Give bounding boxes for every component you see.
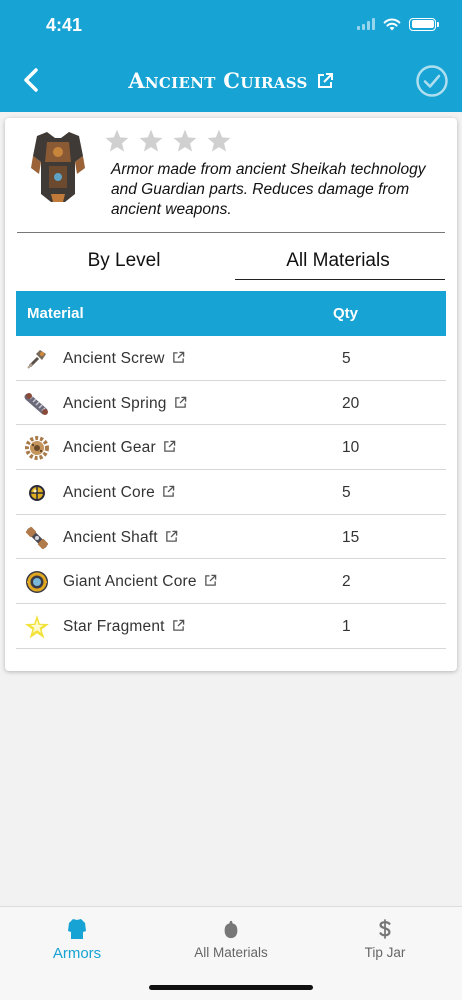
external-link-icon[interactable] bbox=[174, 396, 187, 409]
wifi-icon bbox=[383, 18, 401, 31]
page-title: Ancient Cuirass bbox=[128, 68, 308, 93]
tab-all-materials[interactable]: All Materials bbox=[231, 244, 445, 280]
materials-table: Ancient Screw 5 Ancient Spring 20 Ancien… bbox=[16, 336, 446, 649]
external-link-icon[interactable] bbox=[172, 619, 185, 632]
material-name: Ancient Spring bbox=[63, 395, 187, 413]
external-link-icon[interactable] bbox=[316, 72, 334, 90]
ancient-core-icon bbox=[29, 485, 45, 502]
material-qty: 5 bbox=[342, 484, 351, 502]
ancient-spring-icon bbox=[24, 392, 48, 415]
table-row[interactable]: Ancient Core 5 bbox=[16, 470, 446, 515]
ancient-shaft-icon bbox=[25, 526, 49, 549]
star-icon[interactable] bbox=[172, 128, 198, 154]
material-name: Ancient Screw bbox=[63, 350, 185, 368]
giant-ancient-core-icon bbox=[26, 571, 48, 594]
rating-stars bbox=[104, 128, 232, 154]
material-name: Giant Ancient Core bbox=[63, 573, 217, 591]
material-qty: 20 bbox=[342, 394, 360, 412]
app-header: 4:41 Ancient Cuirass bbox=[0, 0, 462, 112]
external-link-icon[interactable] bbox=[204, 574, 217, 587]
material-qty: 10 bbox=[342, 439, 360, 457]
segmented-tabs: By Level All Materials bbox=[17, 244, 445, 280]
armor-description: Armor made from ancient Sheikah technolo… bbox=[111, 161, 426, 218]
star-fragment-icon bbox=[25, 615, 49, 639]
table-row[interactable]: Ancient Screw 5 bbox=[16, 336, 446, 381]
material-name: Ancient Core bbox=[63, 484, 175, 502]
title-group: Ancient Cuirass bbox=[0, 68, 462, 93]
status-time: 4:41 bbox=[46, 15, 83, 35]
material-qty: 5 bbox=[342, 350, 351, 367]
ancient-gear-icon bbox=[25, 436, 49, 461]
star-icon[interactable] bbox=[104, 128, 130, 154]
table-row[interactable]: Ancient Shaft 15 bbox=[16, 515, 446, 560]
tab-tip-jar[interactable]: Tip Jar bbox=[308, 917, 462, 960]
tab-by-level[interactable]: By Level bbox=[17, 244, 231, 280]
armor-icon bbox=[68, 919, 86, 939]
ancient-cuirass-icon bbox=[31, 132, 85, 202]
star-icon[interactable] bbox=[206, 128, 232, 154]
material-qty: 15 bbox=[342, 528, 360, 546]
tab-all-materials-nav[interactable]: All Materials bbox=[154, 917, 308, 960]
column-header-material: Material bbox=[27, 305, 84, 322]
battery-icon bbox=[409, 17, 439, 31]
dollar-icon bbox=[379, 919, 391, 939]
cellular-signal-icon bbox=[357, 18, 375, 30]
materials-table-header: Material Qty bbox=[16, 291, 446, 336]
column-header-qty: Qty bbox=[333, 305, 359, 322]
material-qty: 2 bbox=[342, 573, 351, 591]
divider bbox=[17, 232, 445, 233]
status-icons bbox=[357, 17, 439, 31]
check-circle-button[interactable] bbox=[415, 64, 449, 98]
ancient-screw-icon bbox=[27, 350, 46, 369]
table-row[interactable]: Ancient Spring 20 bbox=[16, 381, 446, 426]
table-row[interactable]: Star Fragment 1 bbox=[16, 604, 446, 649]
material-qty: 1 bbox=[342, 618, 351, 636]
material-name: Ancient Shaft bbox=[63, 529, 178, 547]
tab-label: All Materials bbox=[194, 945, 268, 960]
armor-card: Armor made from ancient Sheikah technolo… bbox=[5, 118, 457, 671]
material-name: Star Fragment bbox=[63, 618, 185, 636]
material-icon bbox=[224, 920, 238, 939]
external-link-icon[interactable] bbox=[163, 440, 176, 453]
table-row[interactable]: Ancient Gear 10 bbox=[16, 425, 446, 471]
home-indicator[interactable] bbox=[149, 985, 313, 990]
external-link-icon[interactable] bbox=[162, 485, 175, 498]
external-link-icon[interactable] bbox=[172, 351, 185, 364]
tab-label: Tip Jar bbox=[364, 945, 406, 960]
external-link-icon[interactable] bbox=[165, 530, 178, 543]
table-row[interactable]: Giant Ancient Core 2 bbox=[16, 559, 446, 605]
material-name: Ancient Gear bbox=[63, 439, 176, 457]
star-icon[interactable] bbox=[138, 128, 164, 154]
tab-label: Armors bbox=[52, 945, 102, 962]
tab-armors[interactable]: Armors bbox=[0, 917, 154, 962]
